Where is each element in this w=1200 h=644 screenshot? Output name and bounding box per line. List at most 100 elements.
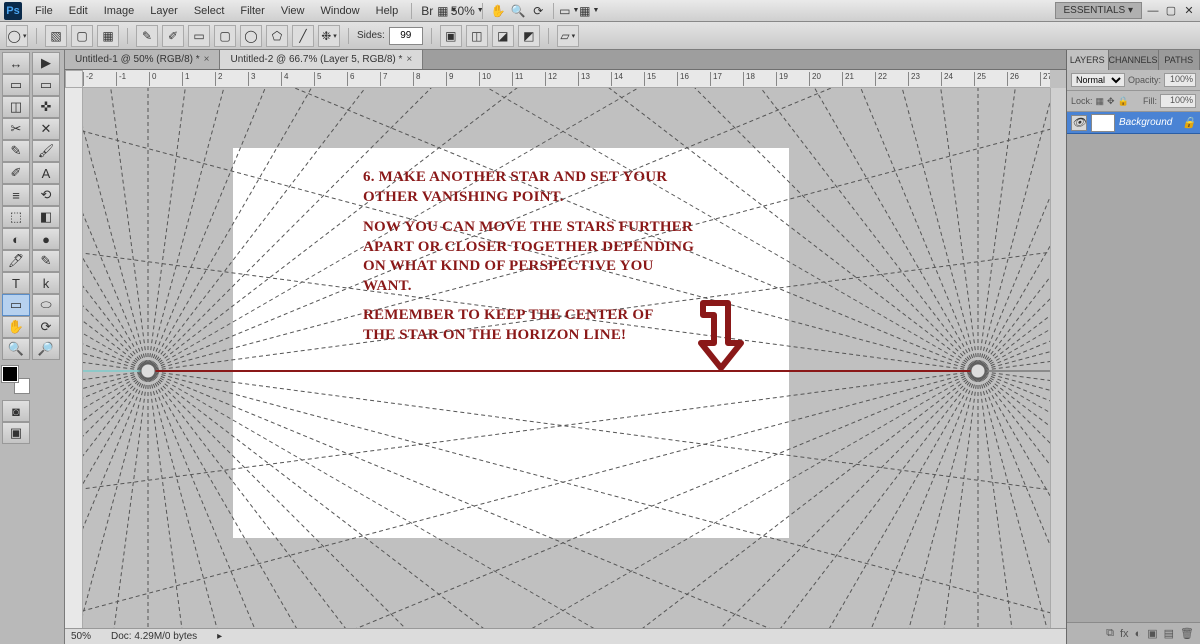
tool-preset-icon[interactable]: ◯▾ [6, 25, 28, 47]
lock-all-icon[interactable]: 🔒 [1118, 96, 1129, 107]
rotate-view-tool[interactable]: ⟳ [32, 316, 60, 338]
opacity-input[interactable]: 100% [1164, 73, 1196, 87]
menu-view[interactable]: View [274, 2, 312, 20]
fill-input[interactable]: 100% [1160, 94, 1196, 108]
hand-tool-icon[interactable]: ✋ [489, 2, 507, 20]
move-tool[interactable]: ↔ [2, 52, 30, 74]
magnify-tool[interactable]: 🔎 [32, 338, 60, 360]
polygon-shape-icon[interactable]: ⬠ [266, 25, 288, 47]
rectangle-shape-icon[interactable]: ▭ [188, 25, 210, 47]
menu-file[interactable]: File [28, 2, 60, 20]
tab-close-icon[interactable]: × [204, 54, 210, 65]
menu-filter[interactable]: Filter [233, 2, 271, 20]
bridge-icon[interactable]: Br [418, 2, 436, 20]
status-zoom[interactable]: 50% [71, 631, 91, 642]
link-layers-icon[interactable]: ⧉ [1106, 627, 1114, 640]
maximize-icon[interactable]: ▢ [1164, 4, 1178, 18]
pencil-tool[interactable]: ✐ [2, 162, 30, 184]
pen-tool[interactable]: 🖊 [2, 250, 30, 272]
path-select-tool[interactable]: ▶ [32, 52, 60, 74]
canvas-viewport[interactable]: 6. MAKE ANOTHER STAR AND SET YOUR OTHER … [83, 88, 1050, 628]
status-doc-size[interactable]: Doc: 4.29M/0 bytes [111, 631, 197, 642]
eyedropper-tool[interactable]: ✜ [32, 96, 60, 118]
new-layer-icon[interactable]: ▤ [1164, 627, 1174, 640]
new-group-icon[interactable]: ▣ [1147, 627, 1157, 640]
foreground-color[interactable] [2, 366, 18, 382]
vanishing-point-left[interactable] [141, 364, 155, 378]
document-tab-1[interactable]: Untitled-1 @ 50% (RGB/8) *× [65, 50, 220, 69]
gradient-tool[interactable]: ≡ [2, 184, 30, 206]
blend-mode-select[interactable]: Normal [1071, 73, 1125, 87]
combine-mode-2-icon[interactable]: ◫ [466, 25, 488, 47]
ellipse-shape-icon[interactable]: ◯ [240, 25, 262, 47]
status-arrow-icon[interactable]: ▸ [217, 631, 222, 642]
blur-tool[interactable]: ⬚ [2, 206, 30, 228]
extras-icon[interactable]: ▦▼ [580, 2, 598, 20]
layer-mask-icon[interactable]: ◐ [1135, 628, 1142, 640]
3d-tool[interactable]: k [32, 272, 60, 294]
eraser-tool[interactable]: ◧ [32, 206, 60, 228]
delete-layer-icon[interactable]: 🗑 [1180, 627, 1194, 640]
close-icon[interactable]: ✕ [1182, 4, 1196, 18]
combine-mode-3-icon[interactable]: ◪ [492, 25, 514, 47]
quick-mask-tool[interactable]: ◙ [2, 400, 30, 422]
rounded-rect-icon[interactable]: ▢ [214, 25, 236, 47]
vanishing-point-right[interactable] [971, 364, 985, 378]
hand-tool[interactable]: ✋ [2, 316, 30, 338]
rotate-view-icon[interactable]: ⟳ [529, 2, 547, 20]
style-picker-icon[interactable]: ▱▾ [557, 25, 579, 47]
healing-tool[interactable]: ✕ [32, 118, 60, 140]
freeform-pen-icon[interactable]: ✐ [162, 25, 184, 47]
combine-mode-1-icon[interactable]: ▣ [440, 25, 462, 47]
ruler-vertical[interactable] [65, 88, 83, 628]
tab-close-icon[interactable]: × [406, 54, 412, 65]
layer-style-icon[interactable]: fx [1120, 628, 1129, 640]
direct-select-tool[interactable]: A [32, 162, 60, 184]
ruler-horizontal[interactable]: -2-1012345678910111213141516171819202122… [83, 70, 1050, 88]
crop-tool[interactable]: ◫ [2, 96, 30, 118]
workspace-switcher[interactable]: ESSENTIALS ▾ [1055, 2, 1143, 19]
fill-pixels-icon[interactable]: ▦ [97, 25, 119, 47]
lock-position-icon[interactable]: ✥ [1107, 96, 1115, 107]
menu-select[interactable]: Select [187, 2, 232, 20]
minimize-icon[interactable]: — [1146, 4, 1160, 18]
shape-layers-icon[interactable]: ▧ [45, 25, 67, 47]
menu-help[interactable]: Help [369, 2, 406, 20]
layer-row-background[interactable]: 👁 Background 🔒 [1067, 112, 1200, 134]
clone-tool[interactable]: ⟲ [32, 184, 60, 206]
visibility-toggle-icon[interactable]: 👁 [1071, 115, 1087, 131]
marquee-tool[interactable]: ▭ [2, 74, 30, 96]
layer-thumbnail[interactable] [1091, 114, 1115, 132]
zoom-tool[interactable]: 🔍 [2, 338, 30, 360]
slice-tool[interactable]: ✂ [2, 118, 30, 140]
tab-layers[interactable]: LAYERS [1067, 50, 1109, 70]
zoom-level-dropdown[interactable]: 50%▼ [458, 2, 476, 20]
shape-tool[interactable]: ▭ [2, 294, 30, 316]
sides-input[interactable] [389, 27, 423, 45]
history-brush-tool[interactable]: 🖌 [32, 140, 60, 162]
scrollbar-vertical[interactable] [1050, 88, 1066, 628]
document-tab-2[interactable]: Untitled-2 @ 66.7% (Layer 5, RGB/8) *× [220, 50, 423, 69]
combine-mode-4-icon[interactable]: ◩ [518, 25, 540, 47]
pen-tool-icon[interactable]: ✎ [136, 25, 158, 47]
line-shape-icon[interactable]: ╱ [292, 25, 314, 47]
zoom-tool-icon[interactable]: 🔍 [509, 2, 527, 20]
screen-mode-icon[interactable]: ▭▼ [560, 2, 578, 20]
tab-channels[interactable]: CHANNELS [1109, 50, 1159, 70]
lock-pixels-icon[interactable]: ▦ [1096, 96, 1105, 107]
note-tool[interactable]: ✎ [32, 250, 60, 272]
brush-tool[interactable]: ✎ [2, 140, 30, 162]
custom-shape-icon[interactable]: ❉▾ [318, 25, 340, 47]
tab-paths[interactable]: PATHS [1159, 50, 1200, 70]
screen-mode-tool[interactable]: ▣ [2, 422, 30, 444]
menu-layer[interactable]: Layer [143, 2, 185, 20]
lasso-tool[interactable]: ▭ [32, 74, 60, 96]
ruler-origin[interactable] [65, 70, 83, 88]
paths-icon[interactable]: ▢ [71, 25, 93, 47]
type-tool[interactable]: T [2, 272, 30, 294]
menu-window[interactable]: Window [314, 2, 367, 20]
menu-image[interactable]: Image [97, 2, 142, 20]
dodge-tool[interactable]: ◐ [2, 228, 30, 250]
color-swatches[interactable] [2, 366, 30, 394]
menu-edit[interactable]: Edit [62, 2, 95, 20]
